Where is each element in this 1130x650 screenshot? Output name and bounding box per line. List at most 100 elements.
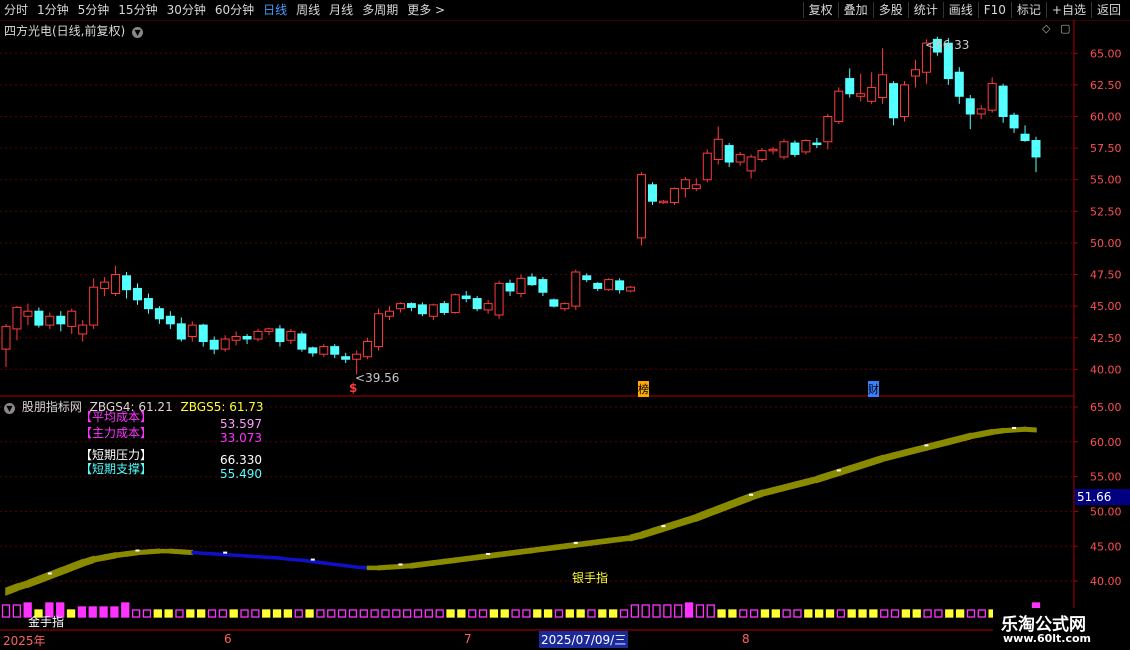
diamond-icon[interactable]: ◇	[1042, 22, 1050, 35]
indicator-ribbon	[92, 554, 106, 563]
action-button-5[interactable]: F10	[977, 2, 1011, 18]
indicator-ribbon	[728, 496, 741, 510]
chevron-down-icon[interactable]: ▼	[4, 403, 15, 414]
action-button-0[interactable]: 复权	[802, 2, 838, 18]
action-button-7[interactable]: +自选	[1045, 2, 1091, 18]
candle-body	[231, 335, 241, 341]
volume-bar	[641, 604, 650, 618]
indicator-dot	[310, 558, 315, 561]
candle-body	[757, 150, 767, 160]
period-tab-9[interactable]: 多周期	[362, 2, 398, 18]
action-buttons: 复权 叠加 多股 统计 画线 F10 标记 +自选 返回	[802, 2, 1126, 18]
indicator-tick-label: 60.00	[1090, 436, 1122, 449]
action-button-8[interactable]: 返回	[1090, 2, 1126, 18]
chart-area[interactable]: 65.00 62.50 60.00 57.50 55.00 52.50 50.00 47.50…	[0, 20, 1130, 650]
action-button-6[interactable]: 标记	[1010, 2, 1046, 18]
candle-body	[220, 338, 230, 350]
period-tab-10[interactable]: 更多 >	[407, 2, 445, 18]
time-label-aug: 8	[742, 632, 750, 646]
action-button-3[interactable]: 统计	[907, 2, 943, 18]
main-tick-label: 60.00	[1090, 111, 1122, 124]
indicator-dot	[661, 525, 666, 528]
period-tab-2[interactable]: 5分钟	[78, 2, 110, 18]
watermark: 乐淘公式网 www.60lt.com	[993, 608, 1130, 650]
indicator-dot	[135, 549, 140, 552]
candle-body	[976, 108, 986, 115]
indicator-ribbon	[761, 486, 774, 497]
chevron-down-icon[interactable]: ▼	[132, 27, 144, 38]
volume-bar	[598, 609, 607, 618]
indicator-ribbon	[333, 562, 347, 568]
indicator-ribbon	[980, 428, 993, 438]
volume-bar	[717, 609, 726, 618]
avg-cost-label: 【平均成本】	[80, 410, 153, 424]
indicator-ribbon	[816, 471, 829, 484]
period-tab-8[interactable]: 月线	[329, 2, 353, 18]
volume-bar	[825, 609, 835, 618]
candle-body	[1009, 114, 1019, 129]
indicator-ribbon	[509, 548, 522, 557]
period-tab-0[interactable]: 分时	[4, 2, 28, 18]
indicator-ribbon	[936, 438, 950, 449]
indicator-ribbon	[103, 551, 117, 561]
indicator-ribbon	[235, 553, 248, 558]
candle-body	[330, 346, 340, 355]
candle-body	[363, 341, 373, 358]
period-tab-5[interactable]: 60分钟	[215, 2, 254, 18]
indicator-ribbon	[607, 536, 621, 544]
period-tab-1[interactable]: 1分钟	[37, 2, 69, 18]
candle-body	[12, 306, 22, 330]
action-button-1[interactable]: 叠加	[837, 2, 873, 18]
time-label-year: 2025年	[3, 634, 46, 648]
indicator-ribbon	[695, 509, 709, 523]
indicator-ribbon	[772, 484, 785, 495]
volume-bar	[977, 609, 986, 618]
candle-body	[615, 280, 625, 291]
volume-bar	[663, 604, 672, 618]
main-tick-label: 42.50	[1090, 332, 1122, 345]
selected-date[interactable]: 2025/07/09/三	[539, 631, 629, 648]
indicator-ribbon	[892, 449, 906, 460]
chart-title[interactable]: 四方光电(日线,前复权) ▼	[4, 22, 144, 39]
marker-rank[interactable]: 榜	[638, 381, 649, 397]
indicator-ribbon	[1024, 426, 1037, 433]
candle-body	[998, 85, 1008, 117]
marker-dollar[interactable]: $	[349, 381, 357, 395]
volume-bar	[771, 609, 780, 618]
marker-finance[interactable]: 财	[868, 381, 879, 397]
avg-cost-value: 53.597	[220, 417, 262, 431]
indicator-ribbon	[158, 548, 172, 554]
main-tick-label: 40.00	[1090, 363, 1122, 376]
candle-body	[965, 98, 975, 115]
gold-finger-label: 金手指	[28, 615, 65, 629]
action-button-2[interactable]: 多股	[872, 2, 908, 18]
period-tab-6[interactable]: 日线	[263, 2, 287, 18]
action-button-4[interactable]: 画线	[942, 2, 978, 18]
window-icon[interactable]: ▢	[1060, 22, 1070, 35]
volume-bar	[739, 609, 748, 618]
indicator-ribbon	[16, 579, 29, 592]
indicator-dot	[486, 553, 491, 555]
volume-bar	[99, 606, 108, 618]
candle-body	[23, 310, 33, 317]
zbgs5-value: 61.73	[229, 400, 264, 414]
period-tab-7[interactable]: 周线	[296, 2, 320, 18]
indicator-ribbon	[377, 564, 391, 571]
candle-body	[428, 304, 438, 317]
volume-bar	[630, 604, 639, 618]
candle-body	[264, 328, 274, 332]
volume-bar	[1, 604, 11, 618]
candle-body	[910, 69, 920, 77]
period-tab-3[interactable]: 15分钟	[118, 2, 157, 18]
volume-bar	[337, 609, 347, 618]
volume-bar	[468, 609, 477, 618]
period-toolbar: 分时 1分钟 5分钟 15分钟 30分钟 60分钟 日线 周线 月线 多周期 更多 > 复权 叠加 多股…	[0, 0, 1130, 21]
indicator-ribbon	[27, 575, 40, 589]
period-tab-4[interactable]: 30分钟	[167, 2, 206, 18]
indicator-ribbon	[312, 559, 325, 565]
candle-body	[154, 308, 164, 320]
candle-body	[812, 142, 822, 146]
volume-bar	[815, 609, 824, 618]
indicator-ribbon	[147, 548, 161, 555]
volume-bar	[533, 609, 542, 618]
